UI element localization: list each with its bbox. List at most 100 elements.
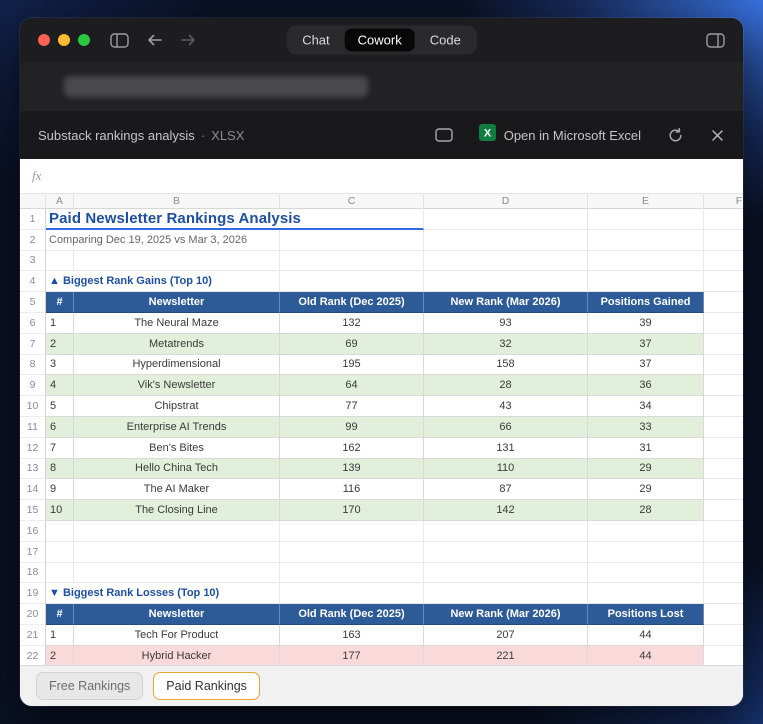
table-cell[interactable]: 6 <box>46 416 74 438</box>
table-cell[interactable]: 207 <box>424 624 588 646</box>
cell[interactable] <box>74 562 280 584</box>
minimize-window-button[interactable] <box>58 34 70 46</box>
table-cell[interactable]: 195 <box>280 354 424 376</box>
sheet-title-cell[interactable]: Paid Newsletter Rankings Analysis <box>46 209 424 230</box>
cell[interactable] <box>704 292 743 313</box>
row-number[interactable]: 10 <box>20 396 46 417</box>
table-cell[interactable]: 37 <box>588 354 704 376</box>
cell[interactable] <box>704 479 743 501</box>
cell[interactable] <box>704 251 743 272</box>
cell[interactable] <box>280 229 424 251</box>
table-cell[interactable]: 10 <box>46 500 74 521</box>
table-cell[interactable]: 69 <box>280 333 424 355</box>
table-cell[interactable]: The Neural Maze <box>74 312 280 334</box>
table-cell[interactable]: 33 <box>588 416 704 438</box>
column-header-D[interactable]: D <box>424 194 588 209</box>
cell[interactable] <box>704 583 743 605</box>
cell[interactable] <box>280 562 424 584</box>
table-cell[interactable]: 77 <box>280 396 424 417</box>
cell[interactable] <box>424 583 588 605</box>
open-in-excel-button[interactable]: X Open in Microsoft Excel <box>478 124 641 146</box>
cell[interactable] <box>424 271 588 293</box>
table-cell[interactable]: 64 <box>280 375 424 397</box>
cell[interactable] <box>280 271 424 293</box>
column-header-E[interactable]: E <box>588 194 704 209</box>
row-number[interactable]: 2 <box>20 229 46 251</box>
table-header-cell[interactable]: New Rank (Mar 2026) <box>424 292 588 313</box>
table-cell[interactable]: 44 <box>588 645 704 665</box>
sheet-subtitle-cell[interactable]: Comparing Dec 19, 2025 vs Mar 3, 2026 <box>46 229 280 251</box>
cell[interactable] <box>280 250 424 272</box>
table-cell[interactable]: 87 <box>424 479 588 501</box>
table-cell[interactable]: Metatrends <box>74 333 280 355</box>
section-heading-cell[interactable]: ▼ Biggest Rank Losses (Top 10) <box>46 583 280 605</box>
table-cell[interactable]: 66 <box>424 416 588 438</box>
table-cell[interactable]: 142 <box>424 500 588 521</box>
table-header-cell[interactable]: Positions Gained <box>588 292 704 313</box>
table-cell[interactable]: Ben's Bites <box>74 437 280 459</box>
row-number[interactable]: 4 <box>20 271 46 293</box>
table-cell[interactable]: 116 <box>280 479 424 501</box>
right-panel-icon[interactable] <box>706 32 725 48</box>
section-heading-cell[interactable]: ▲ Biggest Rank Gains (Top 10) <box>46 271 280 293</box>
cell[interactable] <box>424 541 588 563</box>
cell[interactable] <box>704 313 743 334</box>
table-cell[interactable]: Hyperdimensional <box>74 354 280 376</box>
column-header-F[interactable]: F <box>704 194 743 209</box>
cell[interactable] <box>588 562 704 584</box>
table-cell[interactable]: 36 <box>588 375 704 397</box>
column-header-B[interactable]: B <box>74 194 280 209</box>
cell[interactable] <box>424 209 588 230</box>
cell[interactable] <box>704 646 743 665</box>
table-cell[interactable]: 29 <box>588 458 704 480</box>
sidebar-toggle-icon[interactable] <box>110 32 129 48</box>
column-header-C[interactable]: C <box>280 194 424 209</box>
cell[interactable] <box>424 562 588 584</box>
cell[interactable] <box>704 438 743 459</box>
table-cell[interactable]: 1 <box>46 312 74 334</box>
cell[interactable] <box>588 541 704 563</box>
cell[interactable] <box>424 250 588 272</box>
table-cell[interactable]: 39 <box>588 312 704 334</box>
row-number[interactable]: 8 <box>20 354 46 376</box>
close-icon[interactable] <box>710 128 725 143</box>
refresh-icon[interactable] <box>667 127 684 144</box>
table-cell[interactable]: Tech For Product <box>74 624 280 646</box>
table-cell[interactable]: 28 <box>424 375 588 397</box>
table-cell[interactable]: 2 <box>46 645 74 665</box>
cell[interactable] <box>46 562 74 584</box>
table-cell[interactable]: Chipstrat <box>74 396 280 417</box>
table-cell[interactable]: 43 <box>424 396 588 417</box>
table-header-cell[interactable]: Newsletter <box>74 604 280 625</box>
table-cell[interactable]: The Closing Line <box>74 500 280 521</box>
row-number[interactable]: 1 <box>20 209 46 230</box>
table-cell[interactable]: 28 <box>588 500 704 521</box>
table-cell[interactable]: 139 <box>280 458 424 480</box>
table-cell[interactable]: 5 <box>46 396 74 417</box>
table-cell[interactable]: 29 <box>588 479 704 501</box>
cell[interactable] <box>280 541 424 563</box>
table-cell[interactable]: 221 <box>424 645 588 665</box>
cell[interactable] <box>74 541 280 563</box>
cell[interactable] <box>704 355 743 376</box>
row-number[interactable]: 7 <box>20 333 46 355</box>
cell[interactable] <box>704 209 743 230</box>
table-cell[interactable]: The AI Maker <box>74 479 280 501</box>
table-cell[interactable]: 9 <box>46 479 74 501</box>
table-cell[interactable]: Hybrid Hacker <box>74 645 280 665</box>
table-cell[interactable]: 132 <box>280 312 424 334</box>
cell[interactable] <box>588 250 704 272</box>
sheet-tab-paid-rankings[interactable]: Paid Rankings <box>153 672 260 700</box>
table-header-cell[interactable]: Old Rank (Dec 2025) <box>280 604 424 625</box>
cell[interactable] <box>280 520 424 542</box>
table-cell[interactable]: 3 <box>46 354 74 376</box>
sheet-tab-free-rankings[interactable]: Free Rankings <box>36 672 144 700</box>
table-header-cell[interactable]: # <box>46 604 74 625</box>
table-cell[interactable]: 99 <box>280 416 424 438</box>
cell[interactable] <box>704 417 743 438</box>
open-window-icon[interactable] <box>435 128 453 142</box>
column-header-A[interactable]: A <box>46 194 74 209</box>
cell[interactable] <box>704 625 743 646</box>
formula-input[interactable] <box>41 159 743 193</box>
table-cell[interactable]: Hello China Tech <box>74 458 280 480</box>
